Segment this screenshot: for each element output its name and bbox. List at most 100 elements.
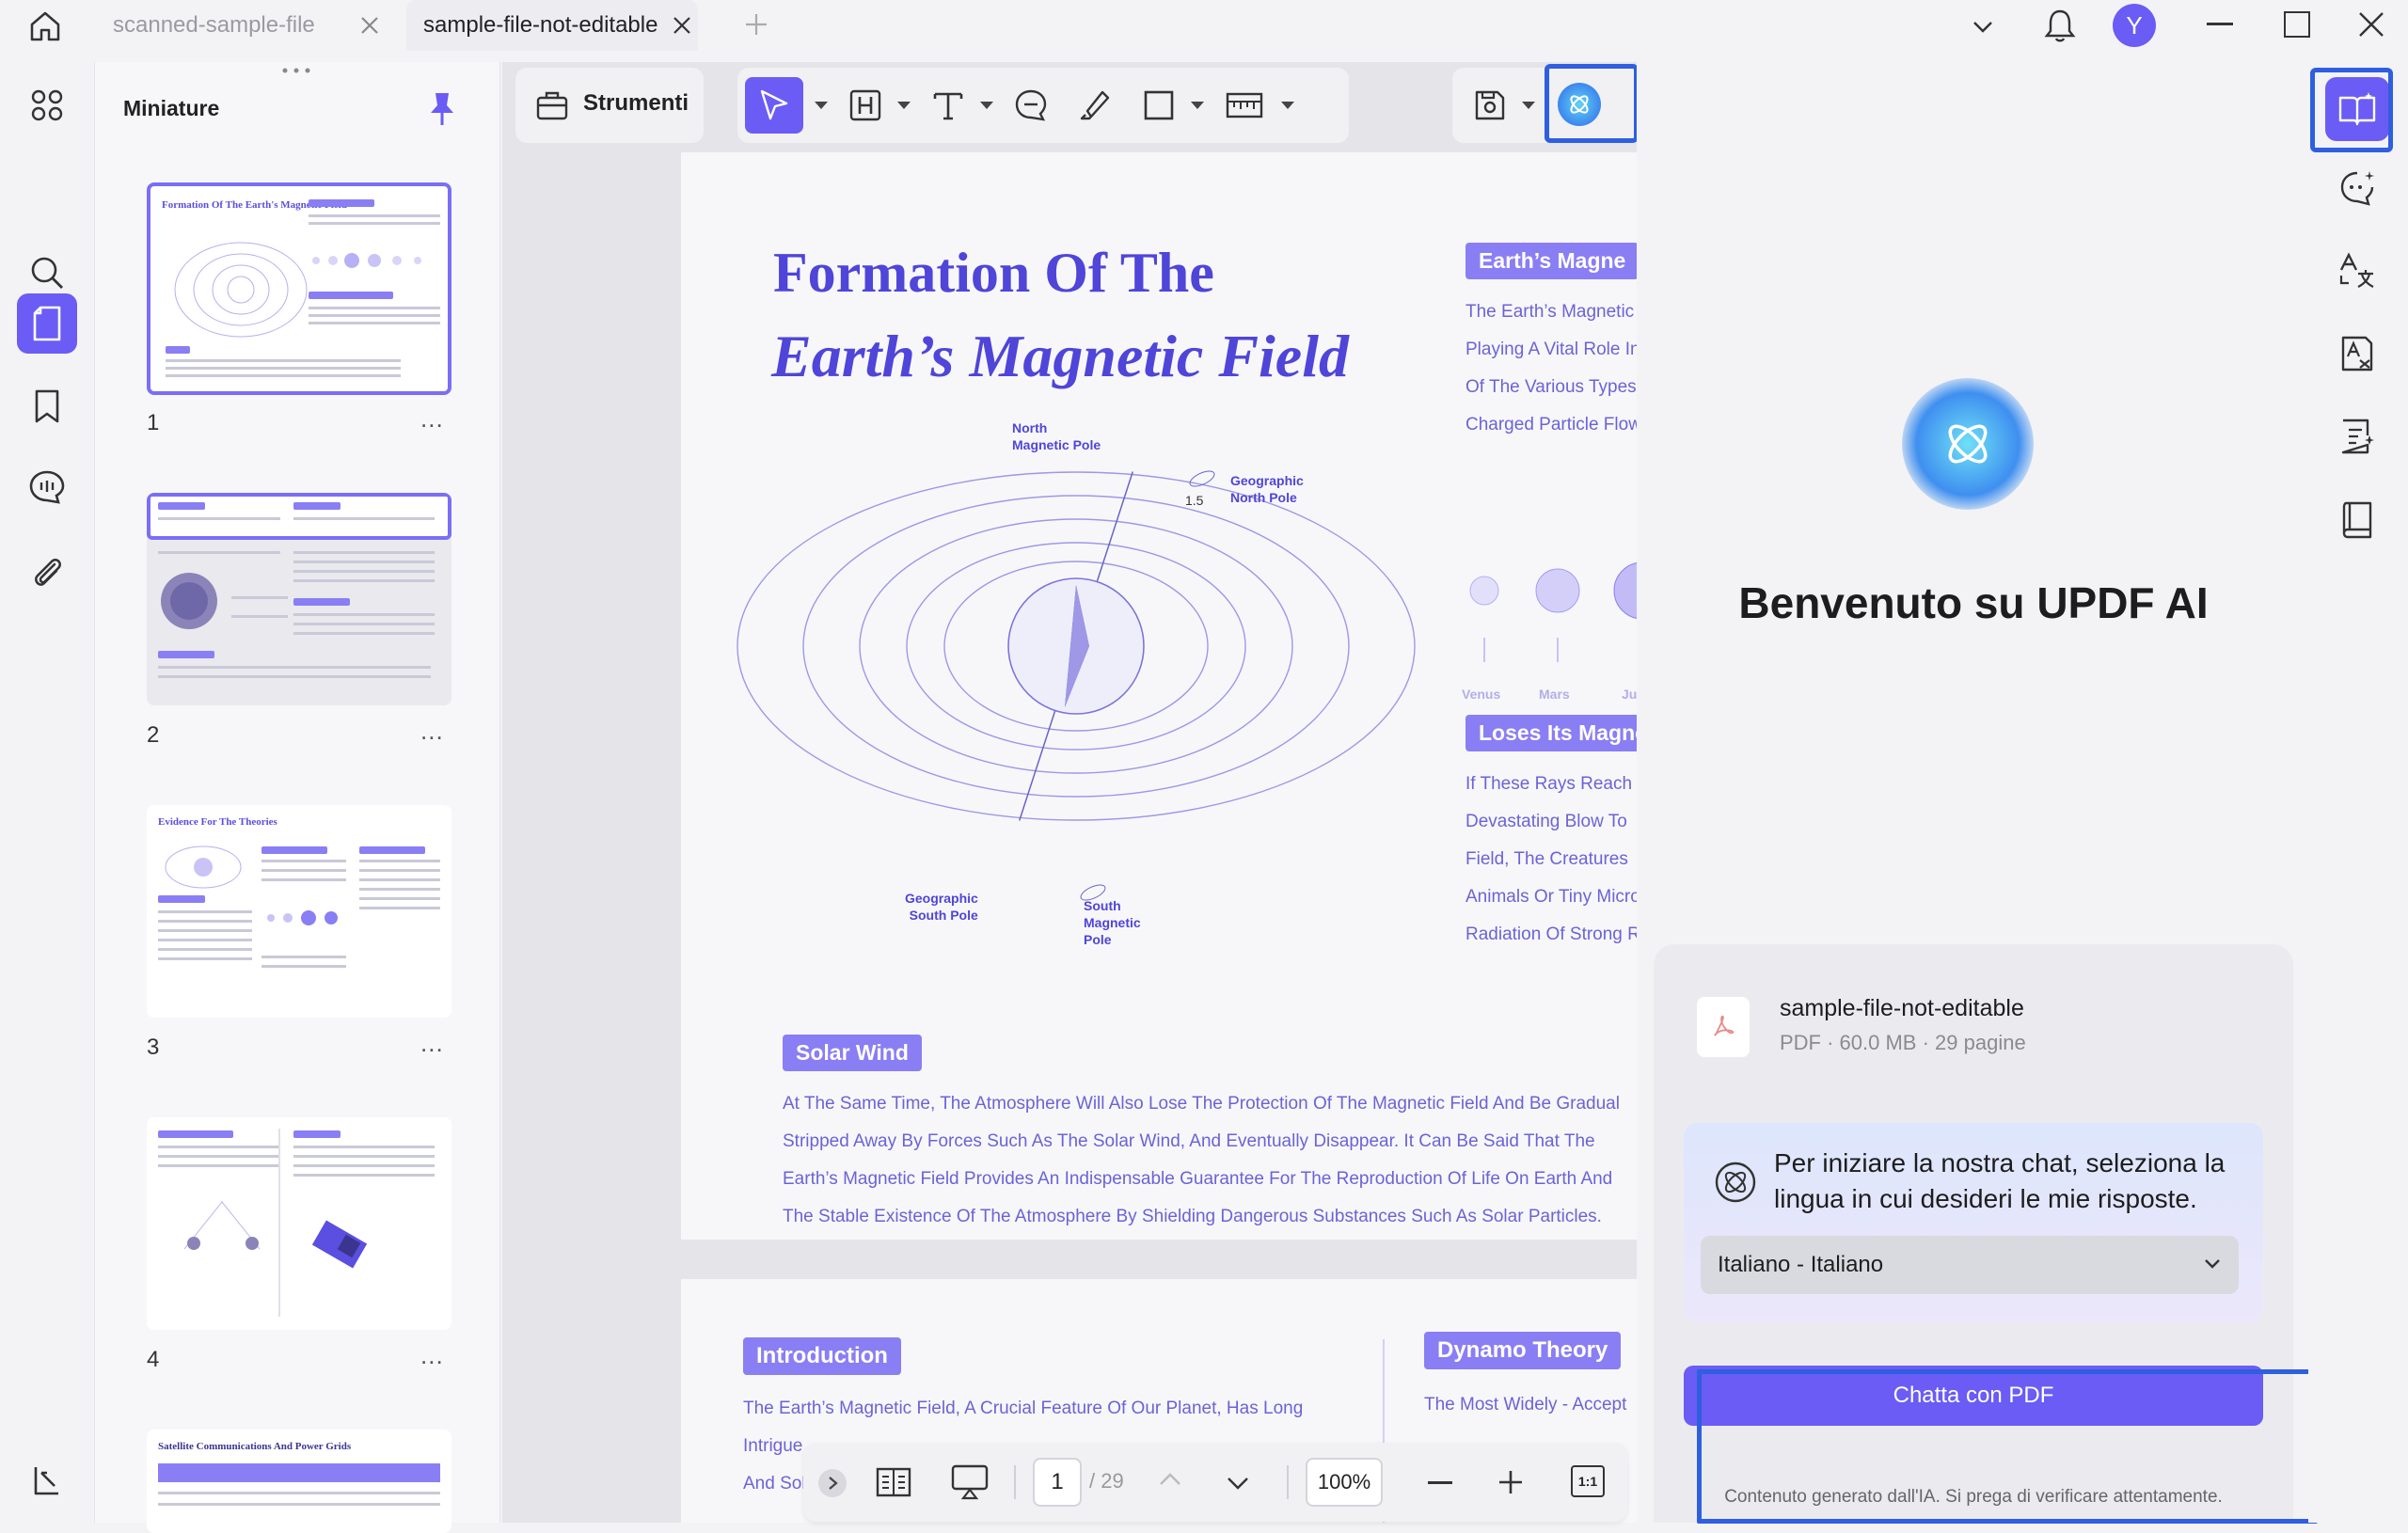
ai-logo-icon <box>1948 424 1988 464</box>
label-line: South <box>1084 898 1121 913</box>
page-thumbnail[interactable]: Evidence For The Theories <box>147 805 452 1018</box>
avatar[interactable]: Y <box>2113 4 2156 47</box>
ai-summarize-icon[interactable] <box>2331 410 2384 463</box>
ai-disclaimer: Contenuto generato dall'IA. Si prega di … <box>1724 1487 2223 1507</box>
more-options-icon[interactable]: ... <box>420 404 444 434</box>
close-tab-icon[interactable] <box>357 13 382 38</box>
tools-button[interactable]: Strumenti <box>515 68 704 143</box>
page-thumbnail[interactable]: Formation Of The Earth's Magnetic Field <box>147 182 452 395</box>
ai-chat-icon <box>1715 1162 1756 1203</box>
highlight-box-ai-tab <box>2310 68 2393 152</box>
text-line: Animals Or Tiny Micro <box>1465 887 1637 907</box>
planets-illustration <box>1469 562 1637 662</box>
language-prompt-text: Per iniziare la nostra chat, seleziona l… <box>1774 1146 2225 1217</box>
zoom-in-icon[interactable] <box>1497 1469 1524 1495</box>
section-label: Earth’s Magne <box>1465 243 1637 279</box>
body-text: The Earth’s Magnetic Playing A Vital Rol… <box>1465 293 1637 444</box>
label-geographic-north-pole: Geographic North Pole <box>1230 472 1304 506</box>
chevron-up-icon[interactable] <box>1157 1469 1183 1488</box>
comment-icon[interactable] <box>17 457 77 517</box>
planet-label: Ju <box>1622 687 1637 702</box>
page-thumbnail[interactable] <box>147 493 452 705</box>
new-tab-icon[interactable] <box>743 11 769 38</box>
section-label: Introduction <box>743 1337 901 1375</box>
save-icon[interactable] <box>1473 88 1507 122</box>
ocr-icon[interactable] <box>2331 327 2384 380</box>
highlighter-icon[interactable] <box>1078 88 1112 122</box>
text-line: At The Same Time, The Atmosphere Will Al… <box>783 1094 1620 1114</box>
page-number-input[interactable]: 1 <box>1033 1458 1082 1507</box>
zoom-input[interactable]: 100% <box>1306 1458 1383 1507</box>
label-line: North <box>1012 420 1048 435</box>
presentation-icon[interactable] <box>950 1463 990 1501</box>
planet-label: Venus <box>1462 687 1501 702</box>
collapse-nav-button[interactable] <box>818 1469 847 1497</box>
chat-setup-card: sample-file-not-editable PDF · 60.0 MB ·… <box>1654 944 2318 1524</box>
chevron-down-icon[interactable] <box>1225 1475 1251 1493</box>
section-label: Solar Wind <box>783 1035 922 1071</box>
minimize-icon[interactable] <box>2207 23 2233 25</box>
ai-assistant-icon[interactable] <box>2331 162 2384 214</box>
select-tool-button[interactable] <box>745 77 803 134</box>
chevron-down-icon[interactable] <box>1191 102 1204 109</box>
tab-label: sample-file-not-editable <box>423 12 658 38</box>
chevron-down-icon[interactable] <box>980 102 993 109</box>
more-options-icon[interactable]: ... <box>420 1341 444 1370</box>
chevron-down-icon[interactable] <box>1522 102 1535 109</box>
right-rail <box>2308 62 2408 1523</box>
attachment-icon[interactable] <box>17 542 77 602</box>
page-layout-icon[interactable] <box>875 1465 912 1499</box>
pin-icon[interactable] <box>428 90 456 128</box>
comment-tool-icon[interactable] <box>1014 88 1048 122</box>
chevron-down-icon[interactable] <box>897 102 911 109</box>
label-line: Pole <box>1084 932 1112 947</box>
welcome-heading: Benvenuto su UPDF AI <box>1738 578 2209 627</box>
tab-scanned-sample-file[interactable]: scanned-sample-file <box>94 0 395 51</box>
zoom-out-icon[interactable] <box>1428 1481 1452 1484</box>
close-window-icon[interactable] <box>2357 10 2385 39</box>
chevron-down-icon[interactable] <box>815 102 828 109</box>
text-line: The Earth’s Magnetic Field, A Crucial Fe… <box>743 1399 1304 1418</box>
text-line: Of The Various Types <box>1465 377 1637 397</box>
reader-mode-icon[interactable] <box>2331 493 2384 545</box>
heading-tool-icon[interactable] <box>848 88 882 122</box>
label-line: North Pole <box>1230 490 1297 505</box>
panel-toggle-icon[interactable] <box>17 1450 77 1510</box>
text-line: Playing A Vital Role In <box>1465 340 1637 359</box>
chevron-down-icon[interactable] <box>1970 13 1996 40</box>
body-text: At The Same Time, The Atmosphere Will Al… <box>783 1085 1620 1236</box>
bell-icon[interactable] <box>2043 8 2077 43</box>
maximize-icon[interactable] <box>2284 11 2310 38</box>
thumb-title: Evidence For The Theories <box>158 816 277 828</box>
more-options-icon[interactable]: ... <box>420 717 444 746</box>
thumbnails-icon[interactable] <box>17 293 77 354</box>
apps-grid-icon[interactable] <box>17 75 77 135</box>
chevron-down-icon[interactable] <box>1281 102 1294 109</box>
label-geographic-south-pole: Geographic South Pole <box>905 890 978 924</box>
drag-handle[interactable] <box>279 68 313 73</box>
total-pages: / 29 <box>1089 1469 1124 1493</box>
shape-tool-icon[interactable] <box>1142 88 1176 122</box>
bookmark-icon[interactable] <box>17 376 77 436</box>
measure-tool-icon[interactable] <box>1225 88 1264 122</box>
more-options-icon[interactable]: ... <box>420 1029 444 1058</box>
page-thumbnail[interactable]: Satellite Communications And Power Grids <box>147 1430 452 1533</box>
text-line: Earth’s Magnetic Field Provides An Indis… <box>783 1169 1613 1189</box>
tab-sample-file-not-editable[interactable]: sample-file-not-editable <box>406 0 698 51</box>
magnetic-field-diagram <box>737 471 1416 821</box>
text-line: The Earth’s Magnetic <box>1465 302 1635 322</box>
translate-icon[interactable] <box>2331 245 2384 297</box>
thumbnails-panel: Miniature Formation Of The Earth's Magne… <box>94 62 500 1533</box>
divider <box>1014 1465 1016 1499</box>
label-line: Magnetic <box>1084 915 1141 930</box>
close-tab-icon[interactable] <box>670 13 694 38</box>
label-line: South Pole <box>909 908 978 923</box>
text-tool-icon[interactable] <box>931 88 965 122</box>
language-select[interactable]: Italiano - Italiano <box>1701 1236 2239 1294</box>
actual-size-button[interactable]: 1:1 <box>1571 1465 1605 1497</box>
home-icon[interactable] <box>26 8 64 45</box>
page-thumbnail[interactable] <box>147 1117 452 1330</box>
toolbox-icon <box>536 91 568 120</box>
section-label: Dynamo Theory <box>1424 1332 1622 1369</box>
doc-title-line2: Earth’s Magnetic Field <box>771 323 1349 389</box>
